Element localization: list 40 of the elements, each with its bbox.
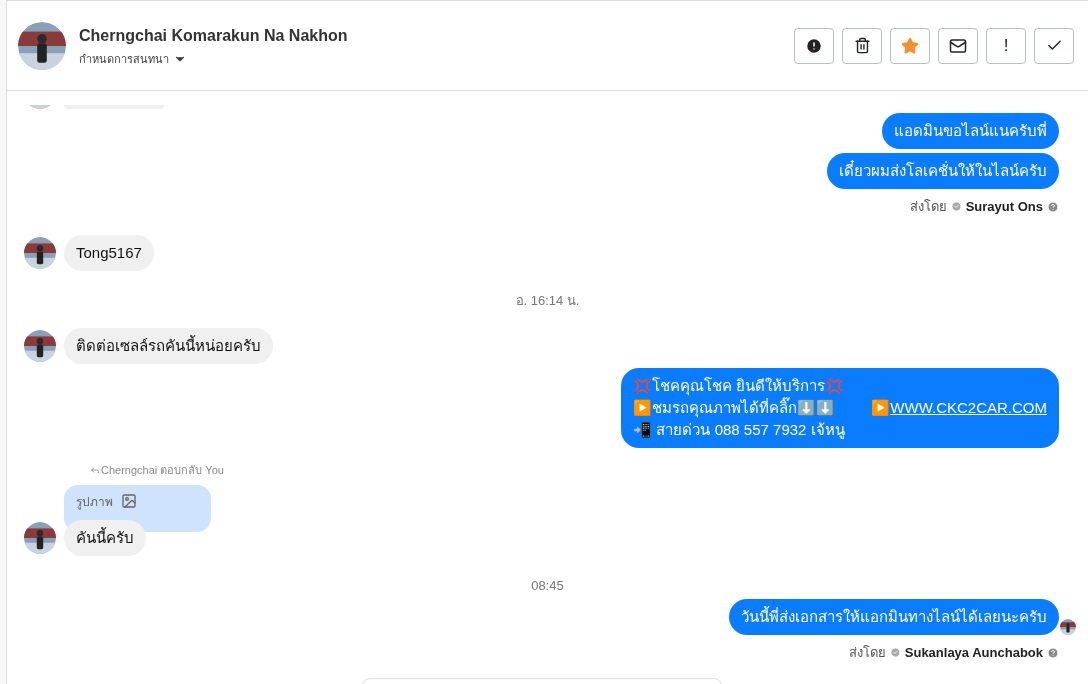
- flag-button[interactable]: !: [986, 27, 1026, 64]
- avatar: [18, 21, 66, 70]
- message-text: แอดมินขอไลน์แนครับพี่: [894, 120, 1047, 141]
- play-icon: ▶: [871, 399, 891, 416]
- avatar: [24, 330, 56, 362]
- help-icon: [1047, 200, 1059, 213]
- website-link[interactable]: WWW.CKC2CAR.COM: [890, 399, 1047, 416]
- sent-by-label: ส่งโดย: [848, 644, 886, 662]
- message-text: เดี๋ยวผมส่งโลเคชั่นให้ในไลน์ครับ: [839, 160, 1047, 181]
- check-button[interactable]: [1034, 27, 1074, 64]
- message-bubble: คันนี้ครับ: [64, 519, 146, 556]
- help-icon: [1047, 646, 1059, 659]
- message-bubble: ติดต่อเซลล์รถคันนี้หน่อยครับ: [64, 328, 273, 364]
- quoted-text: รูปภาพ: [76, 493, 113, 511]
- message-text: ▶ชมรถคุณภาพได้ที่คลิ๊ก⬇⬇ ▶WWW.CKC2CAR.COM: [633, 397, 1047, 419]
- sender-name: Surayut Ons: [965, 198, 1043, 216]
- contact-name: Cherngchai Komarakun Na Nakhon: [79, 25, 349, 46]
- sent-by-label: ส่งโดย: [909, 198, 947, 216]
- mail-icon: [949, 36, 967, 55]
- message-text: 📲 สายด่วน 088 557 7932 เจ้หนู: [633, 420, 846, 441]
- reply-icon: [90, 465, 100, 476]
- trash-icon: [853, 37, 871, 54]
- timestamp: อ. 16:14 น.: [515, 291, 580, 310]
- star-button[interactable]: [890, 27, 930, 64]
- mail-button[interactable]: [938, 27, 978, 64]
- sender-name: Sukanlaya Aunchabok: [904, 644, 1043, 662]
- alert-button[interactable]: [794, 27, 834, 64]
- conversation-menu[interactable]: กำหนดการสนทนา: [79, 50, 187, 68]
- message-bubble: Tong5167: [64, 234, 154, 271]
- message-text: วันนี้พี่ส่งเอกสารให้แอกมินทางไลน์ได้เลยนะครับ: [741, 606, 1047, 627]
- avatar: [24, 236, 56, 269]
- alert-icon: [805, 36, 823, 55]
- message-text: 💢โชคคุณโชค ยินดีให้บริการ💢: [633, 376, 846, 397]
- timestamp: 08:45: [531, 576, 564, 595]
- status-icon: [889, 647, 901, 659]
- reply-note: Cherngchai ตอบกลับ You: [101, 463, 224, 478]
- status-icon: [950, 201, 962, 213]
- image-icon: [121, 492, 137, 509]
- trash-button[interactable]: [842, 27, 882, 64]
- avatar: [24, 521, 56, 554]
